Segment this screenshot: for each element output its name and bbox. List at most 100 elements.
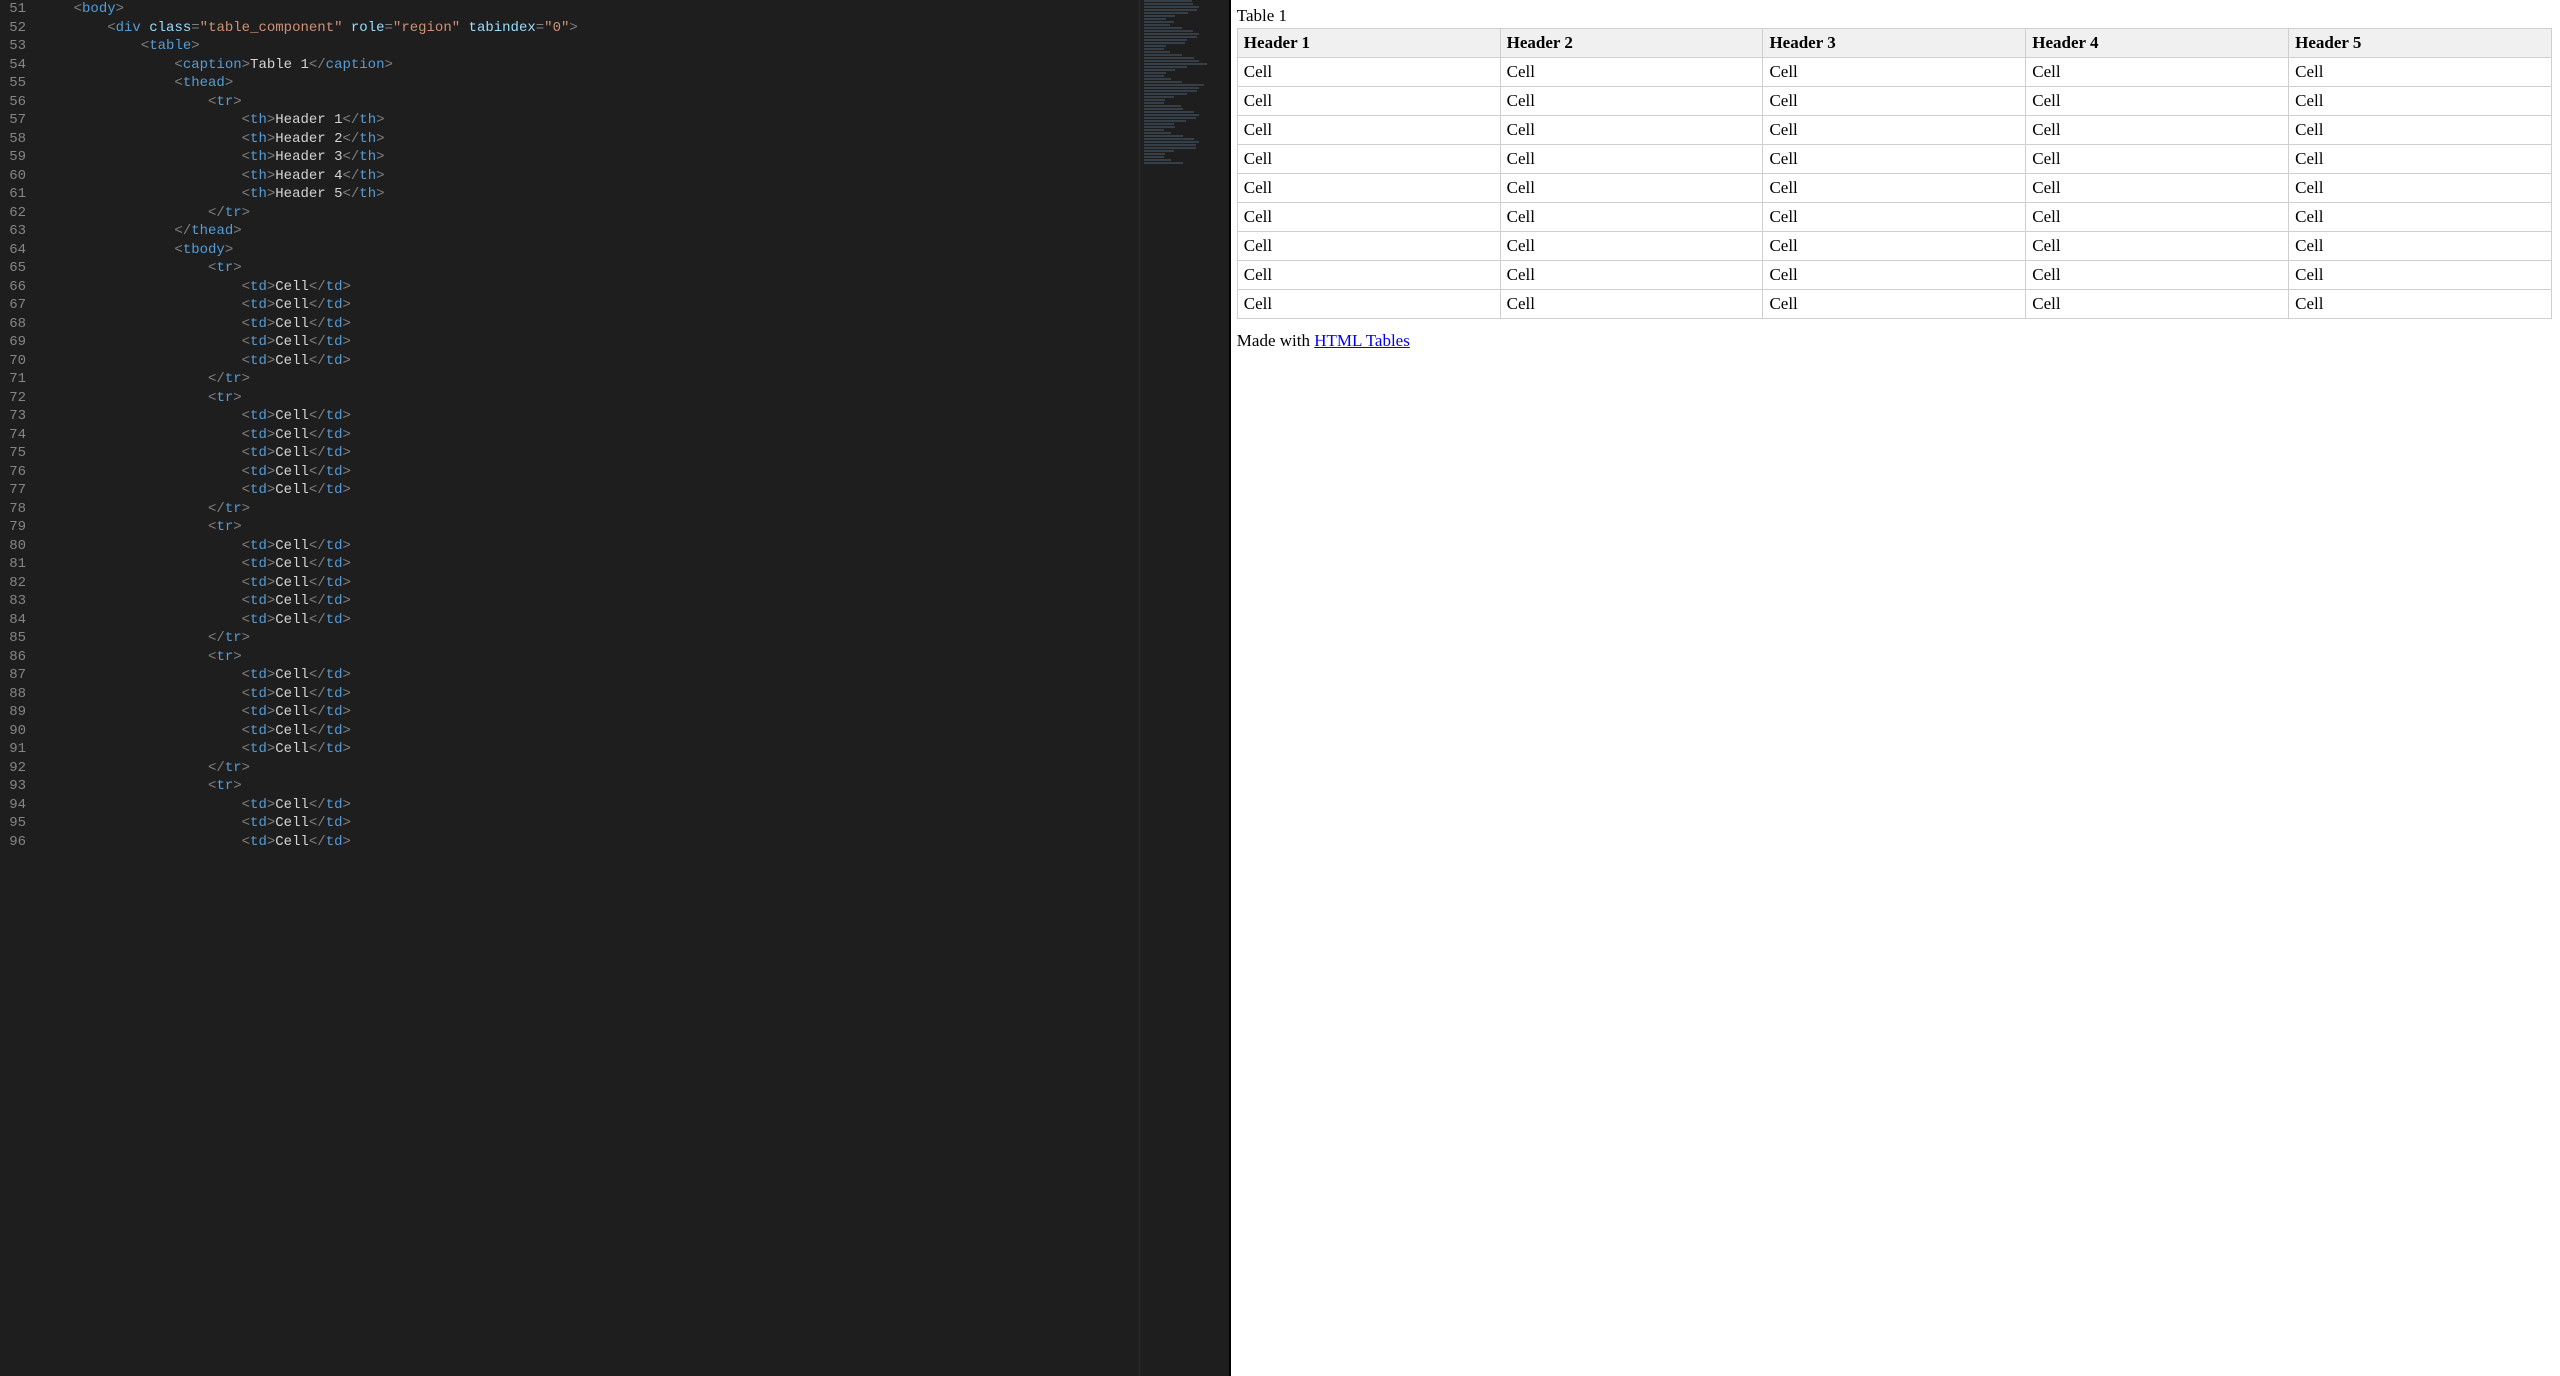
code-line[interactable]: 64 <tbody> [0, 241, 1229, 260]
code-line[interactable]: 84 <td>Cell</td> [0, 611, 1229, 630]
code-line[interactable]: 63 </thead> [0, 222, 1229, 241]
code-text[interactable]: <th>Header 1</th> [40, 111, 1229, 130]
code-line[interactable]: 54 <caption>Table 1</caption> [0, 56, 1229, 75]
code-text[interactable]: <td>Cell</td> [40, 463, 1229, 482]
code-line[interactable]: 62 </tr> [0, 204, 1229, 223]
code-line[interactable]: 89 <td>Cell</td> [0, 703, 1229, 722]
code-line[interactable]: 90 <td>Cell</td> [0, 722, 1229, 741]
code-line[interactable]: 56 <tr> [0, 93, 1229, 112]
code-line[interactable]: 71 </tr> [0, 370, 1229, 389]
code-text[interactable]: <td>Cell</td> [40, 722, 1229, 741]
code-line[interactable]: 87 <td>Cell</td> [0, 666, 1229, 685]
code-text[interactable]: <tr> [40, 259, 1229, 278]
code-line[interactable]: 57 <th>Header 1</th> [0, 111, 1229, 130]
code-text[interactable]: </tr> [40, 629, 1229, 648]
code-line[interactable]: 61 <th>Header 5</th> [0, 185, 1229, 204]
code-line[interactable]: 86 <tr> [0, 648, 1229, 667]
code-text[interactable]: </tr> [40, 204, 1229, 223]
code-line[interactable]: 70 <td>Cell</td> [0, 352, 1229, 371]
code-line[interactable]: 85 </tr> [0, 629, 1229, 648]
code-text[interactable]: <tr> [40, 648, 1229, 667]
code-line[interactable]: 88 <td>Cell</td> [0, 685, 1229, 704]
code-text[interactable]: <td>Cell</td> [40, 666, 1229, 685]
code-line[interactable]: 78 </tr> [0, 500, 1229, 519]
code-text[interactable]: </thead> [40, 222, 1229, 241]
code-text[interactable]: <body> [40, 0, 1229, 19]
code-text[interactable]: <td>Cell</td> [40, 407, 1229, 426]
code-text[interactable]: <tr> [40, 777, 1229, 796]
code-text[interactable]: <td>Cell</td> [40, 315, 1229, 334]
code-text[interactable]: <tr> [40, 389, 1229, 408]
code-text[interactable]: </tr> [40, 370, 1229, 389]
code-text[interactable]: <td>Cell</td> [40, 278, 1229, 297]
code-line[interactable]: 75 <td>Cell</td> [0, 444, 1229, 463]
code-text[interactable]: <thead> [40, 74, 1229, 93]
code-text[interactable]: <tr> [40, 518, 1229, 537]
code-line[interactable]: 83 <td>Cell</td> [0, 592, 1229, 611]
code-text[interactable]: <th>Header 4</th> [40, 167, 1229, 186]
code-editor-scroll[interactable]: 51 <body>52 <div class="table_component"… [0, 0, 1229, 1376]
code-text[interactable]: <td>Cell</td> [40, 685, 1229, 704]
code-line[interactable]: 80 <td>Cell</td> [0, 537, 1229, 556]
code-editor-pane[interactable]: 51 <body>52 <div class="table_component"… [0, 0, 1229, 1376]
code-text[interactable]: <td>Cell</td> [40, 444, 1229, 463]
code-line[interactable]: 96 <td>Cell</td> [0, 833, 1229, 852]
code-text[interactable]: <tbody> [40, 241, 1229, 260]
code-text[interactable]: <th>Header 3</th> [40, 148, 1229, 167]
code-text[interactable]: <td>Cell</td> [40, 296, 1229, 315]
code-text[interactable]: <td>Cell</td> [40, 740, 1229, 759]
code-line[interactable]: 66 <td>Cell</td> [0, 278, 1229, 297]
code-line[interactable]: 82 <td>Cell</td> [0, 574, 1229, 593]
code-text[interactable]: <td>Cell</td> [40, 333, 1229, 352]
code-line[interactable]: 81 <td>Cell</td> [0, 555, 1229, 574]
code-text[interactable]: <th>Header 5</th> [40, 185, 1229, 204]
code-line[interactable]: 65 <tr> [0, 259, 1229, 278]
code-line[interactable]: 94 <td>Cell</td> [0, 796, 1229, 815]
code-line[interactable]: 74 <td>Cell</td> [0, 426, 1229, 445]
code-text[interactable]: <td>Cell</td> [40, 592, 1229, 611]
code-text[interactable]: <td>Cell</td> [40, 814, 1229, 833]
code-line[interactable]: 52 <div class="table_component" role="re… [0, 19, 1229, 38]
code-text[interactable]: </tr> [40, 500, 1229, 519]
code-text[interactable]: <div class="table_component" role="regio… [40, 19, 1229, 38]
code-line[interactable]: 91 <td>Cell</td> [0, 740, 1229, 759]
code-text[interactable]: <td>Cell</td> [40, 611, 1229, 630]
code-line[interactable]: 51 <body> [0, 0, 1229, 19]
table-cell: Cell [2289, 232, 2552, 261]
code-text[interactable]: <caption>Table 1</caption> [40, 56, 1229, 75]
code-text[interactable]: </tr> [40, 759, 1229, 778]
code-lines[interactable]: 51 <body>52 <div class="table_component"… [0, 0, 1229, 851]
code-line[interactable]: 93 <tr> [0, 777, 1229, 796]
code-line[interactable]: 95 <td>Cell</td> [0, 814, 1229, 833]
code-line[interactable]: 59 <th>Header 3</th> [0, 148, 1229, 167]
code-line[interactable]: 72 <tr> [0, 389, 1229, 408]
footer-link[interactable]: HTML Tables [1314, 331, 1410, 350]
code-line[interactable]: 55 <thead> [0, 74, 1229, 93]
code-line[interactable]: 77 <td>Cell</td> [0, 481, 1229, 500]
code-line[interactable]: 76 <td>Cell</td> [0, 463, 1229, 482]
code-text[interactable]: <td>Cell</td> [40, 481, 1229, 500]
code-line[interactable]: 92 </tr> [0, 759, 1229, 778]
code-line[interactable]: 67 <td>Cell</td> [0, 296, 1229, 315]
code-text[interactable]: <td>Cell</td> [40, 574, 1229, 593]
table-cell: Cell [1237, 145, 1500, 174]
code-line[interactable]: 69 <td>Cell</td> [0, 333, 1229, 352]
code-line[interactable]: 68 <td>Cell</td> [0, 315, 1229, 334]
code-line[interactable]: 58 <th>Header 2</th> [0, 130, 1229, 149]
code-text[interactable]: <td>Cell</td> [40, 703, 1229, 722]
code-line[interactable]: 79 <tr> [0, 518, 1229, 537]
code-text[interactable]: <td>Cell</td> [40, 426, 1229, 445]
code-line[interactable]: 53 <table> [0, 37, 1229, 56]
code-text[interactable]: <table> [40, 37, 1229, 56]
code-text[interactable]: <td>Cell</td> [40, 796, 1229, 815]
code-text[interactable]: <tr> [40, 93, 1229, 112]
code-text[interactable]: <td>Cell</td> [40, 352, 1229, 371]
code-line[interactable]: 73 <td>Cell</td> [0, 407, 1229, 426]
code-text[interactable]: <td>Cell</td> [40, 833, 1229, 852]
code-line[interactable]: 60 <th>Header 4</th> [0, 167, 1229, 186]
table-cell: Cell [2289, 145, 2552, 174]
code-text[interactable]: <td>Cell</td> [40, 537, 1229, 556]
code-text[interactable]: <td>Cell</td> [40, 555, 1229, 574]
preview-pane[interactable]: Table 1 Header 1Header 2Header 3Header 4… [1229, 0, 2560, 1376]
code-text[interactable]: <th>Header 2</th> [40, 130, 1229, 149]
